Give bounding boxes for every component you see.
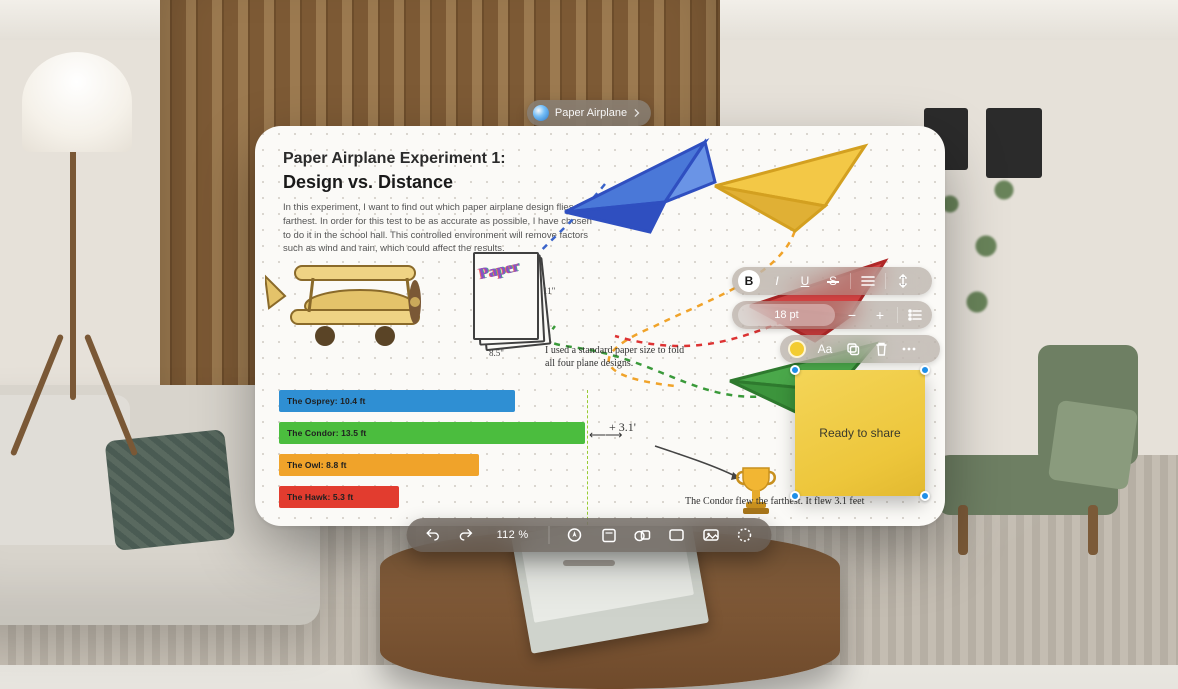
italic-button[interactable]: I (766, 270, 788, 292)
undo-button[interactable] (425, 526, 443, 544)
document-title-pill[interactable]: Paper Airplane (527, 100, 651, 126)
biplane-illustration[interactable] (265, 236, 445, 356)
markup-tool[interactable] (566, 526, 584, 544)
sticky-text: Ready to share (819, 426, 900, 440)
delete-button[interactable] (870, 338, 892, 360)
bar-label: The Owl: 8.8 ft (287, 460, 347, 470)
paper-width-label: 8.5" (489, 348, 504, 358)
align-button[interactable] (857, 270, 879, 292)
sticky-note[interactable]: Ready to share (795, 370, 925, 496)
sticky-tool[interactable] (600, 526, 618, 544)
copy-button[interactable] (842, 338, 864, 360)
table-row: The Hawk: 5.3 ft (279, 486, 659, 508)
strikethrough-button[interactable]: S (822, 270, 844, 292)
text-box-tool[interactable] (668, 526, 686, 544)
more-tools[interactable] (736, 526, 754, 544)
plane-blue-drawing[interactable] (555, 132, 725, 252)
color-swatch[interactable] (786, 338, 808, 360)
font-size-increase[interactable]: + (869, 304, 891, 326)
selection-handle[interactable] (920, 491, 930, 501)
trophy-icon[interactable] (735, 464, 777, 516)
paper-height-label: 11" (543, 286, 555, 296)
shapes-tool[interactable] (634, 526, 652, 544)
chart-annotation-axis (587, 390, 588, 526)
format-toolbar: B I U S 18 pt − + Aa (732, 267, 932, 363)
font-size-decrease[interactable]: − (841, 304, 863, 326)
handwritten-note[interactable]: I used a standard paper size to fold all… (545, 344, 685, 370)
line-spacing-button[interactable] (892, 270, 914, 292)
selection-handle[interactable] (920, 365, 930, 375)
media-tool[interactable] (702, 526, 720, 544)
bar-label: The Hawk: 5.3 ft (287, 492, 353, 502)
chart-annotation: + 3.1' (609, 420, 636, 435)
table-row: The Osprey: 10.4 ft (279, 390, 659, 412)
text-style-button[interactable]: Aa (814, 338, 836, 360)
font-size-field[interactable]: 18 pt (738, 304, 835, 326)
document-name: Paper Airplane (555, 107, 627, 119)
app-icon (533, 105, 549, 121)
list-button[interactable] (904, 304, 926, 326)
winner-note[interactable]: The Condor flew the farthest. It flew 3.… (685, 496, 865, 507)
underline-button[interactable]: U (794, 270, 816, 292)
bar-label: The Osprey: 10.4 ft (287, 396, 365, 406)
distance-bar-chart[interactable]: The Osprey: 10.4 ft The Condor: 13.5 ft … (279, 390, 659, 526)
bold-button[interactable]: B (738, 270, 760, 292)
zoom-level[interactable]: 112 % (493, 529, 533, 541)
table-row: The Owl: 8.8 ft (279, 454, 659, 476)
paper-word: Paper (478, 258, 522, 284)
redo-button[interactable] (459, 526, 477, 544)
more-button[interactable] (898, 338, 920, 360)
chevron-right-icon (633, 109, 641, 117)
plane-yellow-drawing[interactable] (705, 136, 885, 246)
selection-handle[interactable] (790, 491, 800, 501)
selection-handle[interactable] (790, 365, 800, 375)
window-grabber[interactable] (563, 560, 615, 566)
bar-label: The Condor: 13.5 ft (287, 428, 366, 438)
bottom-toolbar: 112 % (407, 518, 772, 552)
